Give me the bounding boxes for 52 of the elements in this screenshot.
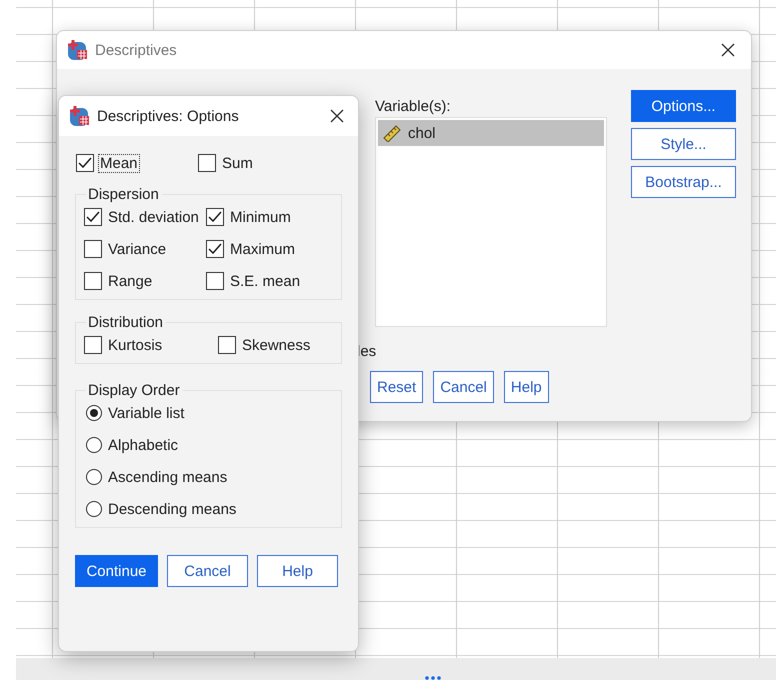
radio-label: Variable list [107, 404, 186, 422]
dialog-button[interactable]: Help [504, 371, 549, 403]
dialog-button[interactable]: Help [257, 555, 338, 587]
checkbox[interactable] [206, 272, 224, 290]
dialog-button[interactable]: Bootstrap... [631, 166, 736, 198]
checkbox[interactable] [84, 336, 102, 354]
variables-label: Variable(s): [375, 98, 452, 115]
checkbox[interactable] [218, 336, 236, 354]
radio-button[interactable] [86, 469, 102, 485]
checkbox-label: Sum [221, 154, 254, 172]
checkbox-label: Kurtosis [107, 336, 164, 354]
checkbox-label: S.E. mean [229, 272, 302, 290]
dialog-button[interactable]: Options... [631, 90, 736, 122]
group-title: Dispersion [87, 186, 160, 203]
checkbox[interactable] [206, 208, 224, 226]
ruler-icon [382, 124, 402, 142]
radio-label: Alphabetic [107, 436, 180, 454]
checkbox-label: Variance [107, 240, 168, 258]
window-title: Descriptives: Options [97, 108, 240, 124]
checkbox[interactable] [84, 272, 102, 290]
group-title: Display Order [87, 382, 181, 399]
more-icon[interactable] [424, 676, 442, 680]
dialog-button[interactable]: Style... [631, 128, 736, 160]
radio-button[interactable] [86, 405, 102, 421]
close-icon[interactable] [330, 109, 344, 123]
radio-button[interactable] [86, 437, 102, 453]
dialog-button[interactable]: Reset [370, 371, 424, 403]
radio-label: Ascending means [107, 468, 228, 486]
checkbox-label: Maximum [229, 240, 296, 258]
checkbox-label: Range [107, 272, 154, 290]
radio-button[interactable] [86, 501, 102, 517]
variable-item[interactable]: chol [378, 120, 604, 146]
checkbox[interactable] [206, 240, 224, 258]
app-icon [67, 39, 89, 61]
window-title: Descriptives [95, 42, 178, 58]
dialog-button[interactable]: Cancel [167, 555, 248, 587]
checkbox[interactable] [76, 154, 94, 172]
checkbox[interactable] [84, 208, 102, 226]
checkbox[interactable] [84, 240, 102, 258]
radio-label: Descending means [107, 500, 238, 518]
checkbox-label: Std. deviation [107, 208, 200, 226]
checkbox-label: Skewness [241, 336, 312, 354]
close-icon[interactable] [721, 43, 735, 57]
variables-list[interactable]: chol [375, 117, 607, 327]
dialog-button[interactable]: Continue [75, 555, 158, 587]
variable-name: chol [408, 124, 436, 142]
checkbox-label: Minimum [229, 208, 292, 226]
app-icon [69, 105, 91, 127]
checkbox-label: Mean [99, 154, 139, 172]
checkbox[interactable] [198, 154, 216, 172]
group-title: Distribution [87, 314, 164, 331]
dialog-button[interactable]: Cancel [433, 371, 494, 403]
